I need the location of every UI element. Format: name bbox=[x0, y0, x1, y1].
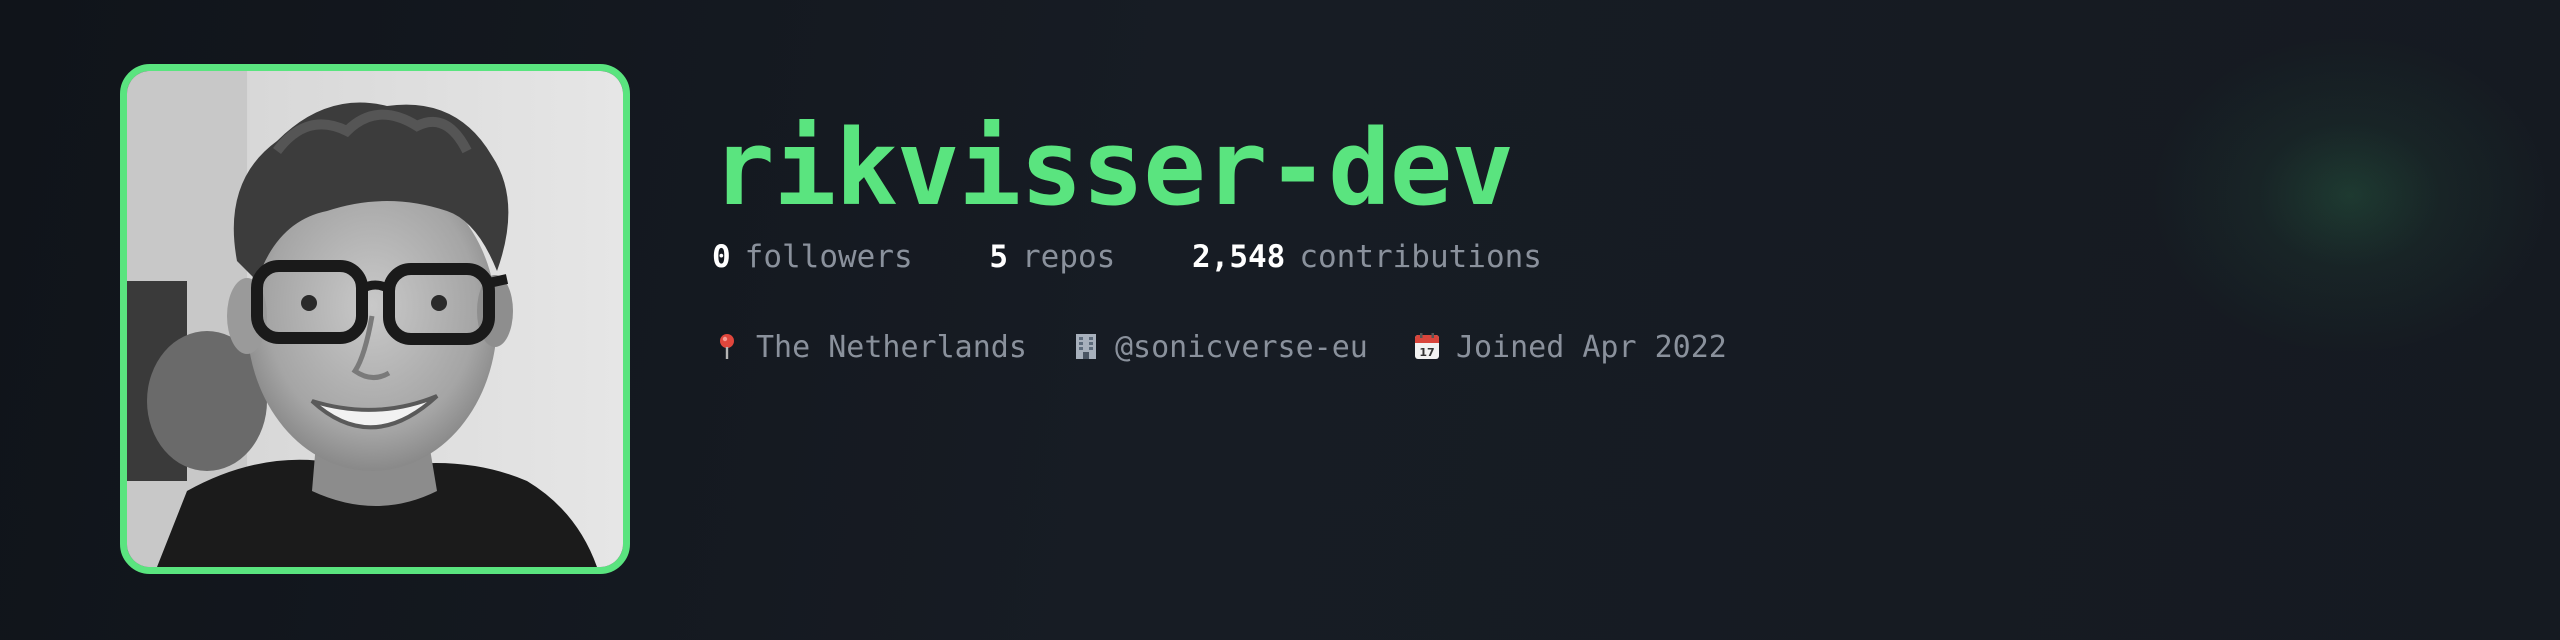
meta-joined: 17 Joined Apr 2022 bbox=[1412, 329, 1727, 367]
stat-contributions-label: contributions bbox=[1299, 239, 1542, 275]
calendar-icon: 17 bbox=[1414, 332, 1439, 359]
meta-location-text: The Netherlands bbox=[756, 329, 1027, 365]
stat-followers[interactable]: 0 followers bbox=[712, 238, 913, 276]
meta-joined-text: Joined Apr 2022 bbox=[1455, 329, 1727, 365]
profile-username: rikvisser-dev bbox=[712, 107, 1514, 229]
stat-repos-value: 5 bbox=[989, 239, 1008, 275]
svg-text:17: 17 bbox=[1419, 346, 1434, 359]
meta-location: The Netherlands bbox=[712, 329, 1027, 367]
avatar-photo bbox=[127, 71, 623, 567]
profile-stats: 0 followers 5 repos 2,548 contributions bbox=[712, 238, 1600, 276]
avatar bbox=[120, 64, 630, 574]
stat-followers-value: 0 bbox=[712, 239, 731, 275]
pin-icon bbox=[720, 333, 734, 359]
meta-organization-text: @sonicverse-eu bbox=[1115, 329, 1368, 365]
stat-repos-label: repos bbox=[1022, 239, 1116, 275]
building-icon bbox=[1076, 333, 1096, 359]
stat-contributions[interactable]: 2,548 contributions bbox=[1192, 238, 1542, 276]
stat-contributions-value: 2,548 bbox=[1192, 239, 1286, 275]
meta-organization[interactable]: @sonicverse-eu bbox=[1071, 329, 1368, 367]
profile-meta: The Netherlands @sonicverse-eu 17 Joined… bbox=[712, 328, 1753, 367]
stat-repos[interactable]: 5 repos bbox=[989, 238, 1115, 276]
stat-followers-label: followers bbox=[744, 239, 913, 275]
